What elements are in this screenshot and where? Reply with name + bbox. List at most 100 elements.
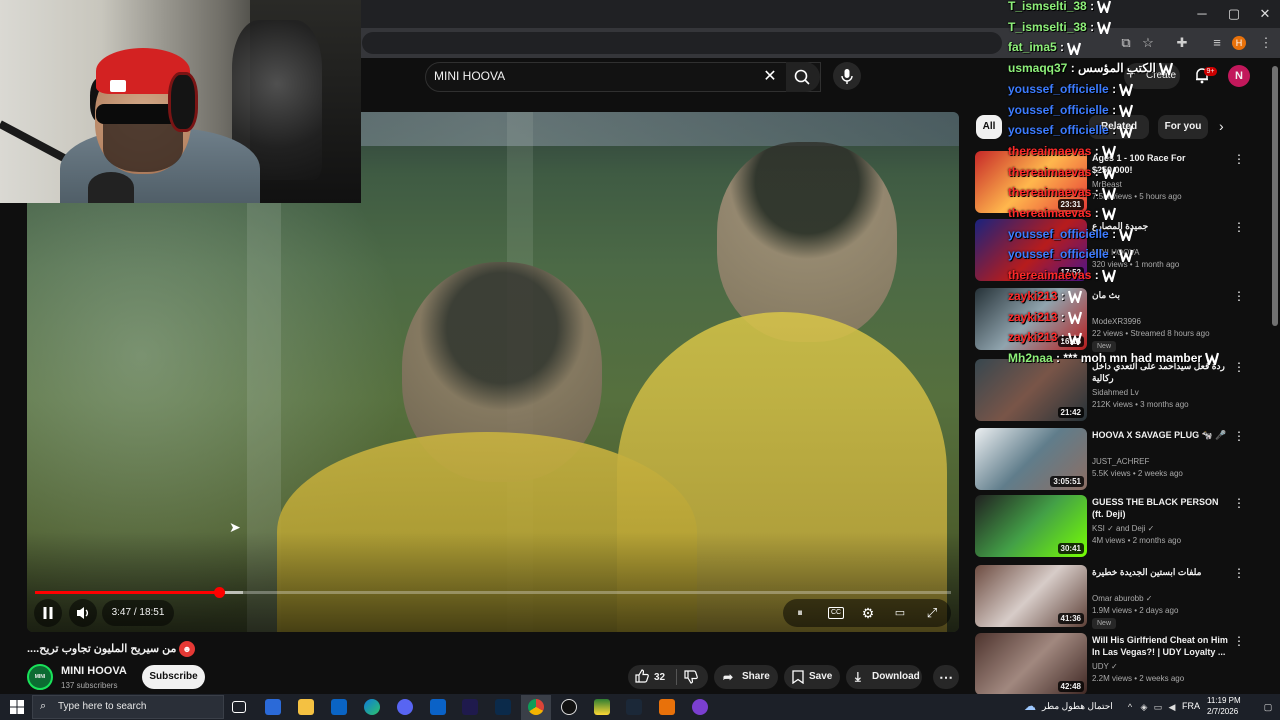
account-avatar[interactable]: N [1228, 65, 1250, 87]
outlook-icon[interactable] [430, 699, 446, 715]
chat-username: T_ismselti_38 [1008, 19, 1087, 34]
rec-title[interactable]: GUESS THE BLACK PERSON (ft. Deji) [1092, 496, 1228, 520]
chat-emote-icon [1119, 249, 1134, 262]
rec-more-icon[interactable]: ⋮ [1233, 566, 1245, 580]
voice-search-button[interactable] [833, 62, 861, 90]
extensions-icon[interactable]: ✚ [1172, 33, 1192, 53]
maximize-icon[interactable]: ▢ [1219, 4, 1249, 24]
rec-channel[interactable]: JUST_ACHREF [1092, 457, 1149, 466]
rec-more-icon[interactable]: ⋮ [1233, 152, 1245, 166]
channel-avatar[interactable]: MINI HOOVA [27, 664, 53, 702]
network-icon[interactable]: ▭ [1152, 701, 1164, 713]
autoplay-toggle-icon[interactable]: ⏸ [792, 605, 808, 621]
edge-browser-icon[interactable] [364, 699, 380, 715]
rec-channel[interactable]: ModeXR3996 [1092, 317, 1141, 326]
clock-date[interactable]: 2/7/2026 [1207, 707, 1238, 716]
install-icon[interactable]: ⧉ [1116, 33, 1136, 53]
rec-thumbnail[interactable]: 21:42 [975, 359, 1087, 421]
app-icon[interactable] [659, 699, 675, 715]
rec-title[interactable]: Will His Girlfriend Cheat on Him In Las … [1092, 634, 1228, 658]
channel-name[interactable]: MINI HOOVA [61, 665, 127, 677]
taskbar-search-placeholder: Type here to search [58, 701, 147, 712]
notification-center-icon[interactable]: ▢ [1262, 701, 1274, 713]
rec-more-icon[interactable]: ⋮ [1233, 220, 1245, 234]
weather-text[interactable]: احتمال هطول مطر [1042, 701, 1113, 712]
steam-icon[interactable] [626, 699, 642, 715]
photoshop-icon[interactable] [495, 699, 511, 715]
mouse-cursor-icon: ➤ [229, 519, 241, 535]
more-actions-button[interactable]: ⋯ [933, 665, 959, 689]
rec-thumbnail[interactable]: 3:05:51 [975, 428, 1087, 490]
rec-more-icon[interactable]: ⋮ [1233, 496, 1245, 510]
webcam-streamer-beard [103, 120, 183, 172]
rec-more-icon[interactable]: ⋮ [1233, 429, 1245, 443]
minimize-icon[interactable]: ─ [1187, 4, 1217, 24]
rec-channel[interactable]: UDY ✓ [1092, 662, 1118, 671]
rec-title[interactable]: بث مان [1092, 289, 1228, 301]
chip-for-you[interactable]: For you [1158, 115, 1208, 139]
chips-next-arrow-icon[interactable]: › [1219, 118, 1224, 134]
chat-username: usmaqq37 [1008, 61, 1068, 76]
fullscreen-icon[interactable]: ⤢ [924, 605, 940, 621]
windows-start-icon[interactable] [10, 700, 24, 714]
chat-emote-icon [1068, 311, 1083, 324]
chrome-browser-icon[interactable] [528, 699, 544, 715]
weather-icon[interactable]: ☁ [1024, 699, 1036, 713]
webcam-microphone [88, 172, 134, 203]
chat-emote-icon [1102, 145, 1117, 159]
search-button[interactable] [786, 62, 820, 92]
rec-duration: 21:42 [1057, 407, 1084, 418]
rec-thumbnail[interactable]: 30:41 [975, 495, 1087, 557]
bookmark-star-icon[interactable]: ☆ [1138, 33, 1158, 53]
rec-channel[interactable]: Sidahmed Lv [1092, 388, 1139, 397]
profile-icon[interactable]: H [1232, 36, 1246, 50]
store-app-icon[interactable] [265, 699, 281, 715]
thumbs-up-icon [635, 669, 649, 683]
settings-gear-icon[interactable]: ⚙ [860, 605, 876, 621]
volume-button[interactable] [69, 599, 97, 627]
rec-more-icon[interactable]: ⋮ [1233, 289, 1245, 303]
subscribe-button[interactable]: Subscribe [142, 665, 205, 689]
rec-title[interactable]: ملفات ابستين الجديدة خطيرة [1092, 566, 1228, 578]
rec-more-icon[interactable]: ⋮ [1233, 634, 1245, 648]
twitch-icon[interactable] [692, 699, 708, 715]
premiere-pro-icon[interactable] [462, 699, 478, 715]
clear-search-icon[interactable]: ✕ [762, 66, 778, 86]
address-bar[interactable] [362, 32, 1002, 54]
rec-thumbnail[interactable]: 41:36 [975, 565, 1087, 627]
task-view-icon[interactable] [232, 701, 246, 713]
chat-username: zayki213 [1008, 288, 1058, 303]
obs-icon[interactable] [561, 699, 577, 715]
captions-icon[interactable]: CC [828, 607, 844, 619]
chat-text: : [1094, 164, 1099, 179]
discord-icon[interactable] [397, 699, 413, 715]
page-scrollbar[interactable] [1272, 66, 1278, 326]
app-icon[interactable] [594, 699, 610, 715]
rec-thumbnail[interactable]: 23:31 [975, 151, 1087, 213]
volume-tray-icon[interactable]: ◀ [1166, 701, 1178, 713]
rec-channel[interactable]: KSI ✓ and Deji ✓ [1092, 524, 1154, 533]
chip-all[interactable]: All [976, 115, 1002, 139]
tray-app-icon[interactable]: ◈ [1138, 701, 1150, 713]
chrome-menu-icon[interactable]: ⋮ [1256, 33, 1276, 53]
theater-mode-icon[interactable]: ▭ [892, 605, 908, 621]
input-language[interactable]: FRA [1182, 701, 1200, 711]
save-button[interactable]: Save [784, 665, 840, 689]
like-button[interactable] [634, 668, 650, 689]
tray-chevron-icon[interactable]: ^ [1124, 701, 1136, 713]
rec-channel[interactable]: Omar aburobb ✓ [1092, 594, 1153, 603]
rec-more-icon[interactable]: ⋮ [1233, 360, 1245, 374]
rec-meta: 5.5K views • 2 weeks ago [1092, 469, 1183, 478]
rec-thumbnail[interactable]: 42:48 [975, 633, 1087, 695]
pause-button[interactable] [34, 599, 62, 627]
dislike-button[interactable] [683, 669, 699, 690]
close-window-icon[interactable]: ✕ [1250, 4, 1280, 24]
clock-time[interactable]: 11:19 PM [1207, 696, 1241, 705]
share-button[interactable]: ➦ Share [714, 665, 778, 689]
rec-title[interactable]: HOOVA X SAVAGE PLUG 🐄 🎤 [1092, 429, 1228, 441]
app-icon[interactable] [331, 699, 347, 715]
media-controls-icon[interactable]: ≡ [1207, 33, 1227, 53]
download-button[interactable]: ⤓ Download [846, 665, 922, 689]
chat-emote-icon [1119, 104, 1134, 117]
file-explorer-icon[interactable] [298, 699, 314, 715]
